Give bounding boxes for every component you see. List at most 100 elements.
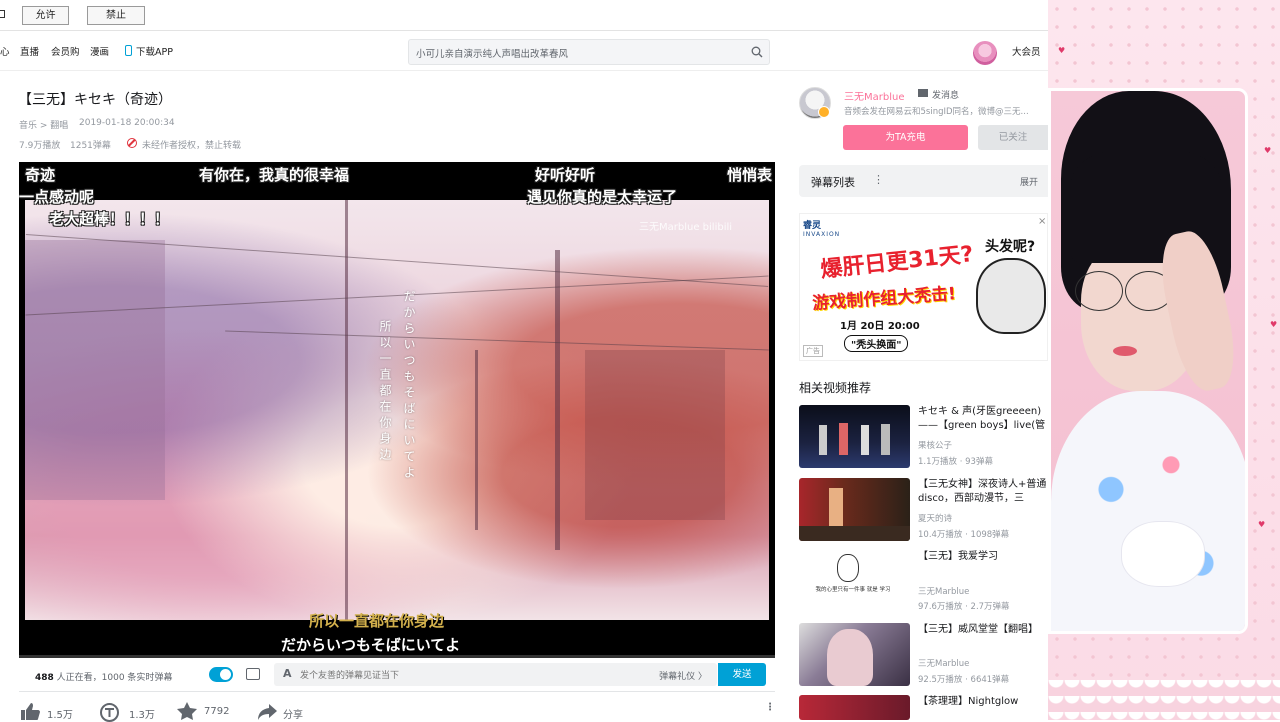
danmaku-settings-icon[interactable] [246,668,260,680]
no-repost-icon [127,138,137,148]
watching-count: 488 [35,673,54,683]
heart-icon: ♥ [1264,146,1272,155]
related-thumb[interactable] [799,478,910,541]
related-thumb[interactable] [799,405,910,468]
ad-close-icon[interactable]: × [1038,216,1046,227]
danmaku-3: 好听好听 [535,166,596,184]
vertical-lyric-jp: だからいつもそばにいてよ [402,290,416,482]
share-icon[interactable] [258,704,277,720]
danmaku-count: 1251弹幕 [70,141,111,151]
danmaku-list-title: 弹幕列表 [811,176,855,189]
allow-button[interactable]: 允许 [22,6,69,25]
related-item[interactable]: 【茶理理】Nightglow [799,695,1048,720]
uploader-desc: 音频会发在网易云和5singID同名，微博@三无... [844,107,1029,117]
ad-banner[interactable]: 睿灵 INVAXION 爆肝日更31天? 游戏制作组大秃击! 1月 20日 20… [799,213,1048,361]
send-button[interactable]: 发送 [718,663,766,686]
more-icon[interactable]: ⋮ [765,702,775,713]
video-player[interactable]: だからいつもそばにいてよ 所以一直都在你身边 三无Marblue bilibil… [19,162,775,658]
deny-button[interactable]: 禁止 [87,6,145,25]
favorite-count: 7792 [204,706,230,717]
related-item-author[interactable]: 果核公子 [918,439,952,451]
coin-icon[interactable] [100,703,119,722]
related-item-stats: 10.4万播放 · 1098弹幕 [918,530,1010,540]
phone-icon [125,45,132,56]
related-item-title[interactable]: 【茶理理】Nightglow [918,695,1048,709]
related-title: 相关视频推荐 [799,381,872,395]
coin-count: 1.3万 [129,710,155,721]
related-item-author[interactable]: 三无Marblue [918,657,969,669]
vertical-lyric-cn: 所以一直都在你身边 [378,320,392,464]
ad-label: 广告 [803,345,823,357]
like-count: 1.5万 [47,710,73,721]
danmaku-5: 一点感动呢 [19,188,95,206]
font-style-icon[interactable]: A [283,667,292,680]
webcam-frame [1048,88,1248,634]
search-icon[interactable] [751,46,763,58]
vip-link[interactable]: 大会员 [1012,44,1041,58]
related-item-title[interactable]: 【三无】我爱学习 [918,550,1048,564]
video-frame: だからいつもそばにいてよ 所以一直都在你身边 [25,200,769,620]
danmaku-list-header[interactable]: 弹幕列表 ⋮ 展开 [799,165,1048,197]
share-label[interactable]: 分享 [283,706,303,721]
related-thumb[interactable] [799,695,910,720]
subtitle-cn: 所以一直都在你身边 [309,612,445,630]
danmaku-4: 悄悄表 [727,166,773,184]
download-app-link[interactable]: 下载APP [136,44,173,58]
related-item[interactable]: 【三无】威风堂堂【翻唱】 三无Marblue 92.5万播放 · 6641弹幕 [799,623,1048,687]
related-item[interactable]: キセキ & 声(牙医greeeen)——【green boys】live(管 果… [799,405,1048,469]
danmaku-2: 有你在，我真的很幸福 [199,166,350,184]
heart-icon: ♥ [1258,520,1266,529]
danmaku-input-box[interactable]: A 弹幕礼仪 〉 [274,663,717,686]
danmaku-list-menu-icon[interactable]: ⋮ [873,173,884,186]
charge-button[interactable]: 为TA充电 [843,125,968,150]
danmaku-7: 老大超棒！！！！ [49,210,170,228]
message-icon[interactable] [918,89,928,97]
lace-border [1048,680,1280,720]
related-item-author[interactable]: 夏天的诗 [918,512,952,524]
related-item-title[interactable]: 【三无女神】深夜诗人+普通disco，西部动漫节，三 [918,478,1048,506]
ad-brand-sub: INVAXION [803,231,841,238]
nav-item-live[interactable]: 直播 [20,44,39,58]
related-item-stats: 1.1万播放 · 93弹幕 [918,457,993,467]
search-placeholder: 小可儿亲自演示纯人声唱出改革春风 [416,49,569,60]
like-icon[interactable] [20,703,40,720]
related-thumb[interactable]: 我的心里只有一件事 就是 学习 [799,550,910,613]
danmaku-1: 奇迹 [25,166,56,184]
related-item-title[interactable]: キセキ & 声(牙医greeeen)——【green boys】live(管 [918,405,1048,433]
search-input[interactable]: 小可儿亲自演示纯人声唱出改革春风 [408,39,770,65]
watching-suffix: 人正在看，1000 条实时弹幕 [56,673,173,683]
uploader-name[interactable]: 三无Marblue [844,88,904,103]
danmaku-list-expand[interactable]: 展开 [1020,175,1038,188]
nav-item-mall[interactable]: 会员购 [51,44,80,58]
related-item-stats: 97.6万播放 · 2.7万弹幕 [918,602,1010,612]
heart-icon: ♥ [1058,46,1066,55]
video-category[interactable]: 音乐 > 翻唱 [19,118,68,131]
related-item-author[interactable]: 三无Marblue [918,585,969,597]
nav-item-center[interactable]: 心 [0,44,10,58]
ad-date: 1月 20日 20:00 [840,321,920,332]
danmaku-input[interactable] [300,667,600,682]
ad-subhead: 游戏制作组大秃击! [811,284,957,314]
permission-icon [0,10,5,18]
user-avatar[interactable] [973,41,997,65]
watermark: 三无Marblue bilibili [639,222,733,233]
ad-meme-face [976,258,1046,334]
danmaku-etiquette-link[interactable]: 弹幕礼仪 〉 [659,669,707,682]
ad-question: 头发呢? [985,239,1036,255]
favorite-icon[interactable] [177,702,197,720]
send-message-link[interactable]: 发消息 [932,88,959,101]
repost-notice: 未经作者授权，禁止转载 [142,141,242,151]
nav-item-manga[interactable]: 漫画 [90,44,109,58]
danmaku-toggle[interactable] [209,667,233,682]
related-item[interactable]: 【三无女神】深夜诗人+普通disco，西部动漫节，三 夏天的诗 10.4万播放 … [799,478,1048,542]
heart-icon: ♥ [1270,320,1278,329]
related-item[interactable]: 我的心里只有一件事 就是 学习 【三无】我爱学习 三无Marblue 97.6万… [799,550,1048,614]
related-thumb[interactable] [799,623,910,686]
watching-info: 488 人正在看，1000 条实时弹幕 [35,670,172,683]
danmaku-6: 遇见你真的是太幸运了 [527,188,678,206]
followed-button[interactable]: 已关注 [978,125,1048,150]
webcam-overlay: ♥ ♥ ♥ ♥ [1048,0,1280,720]
related-item-title[interactable]: 【三无】威风堂堂【翻唱】 [918,623,1048,637]
permission-bar: 允许 禁止 [0,0,1048,31]
verified-badge-icon [818,106,830,118]
